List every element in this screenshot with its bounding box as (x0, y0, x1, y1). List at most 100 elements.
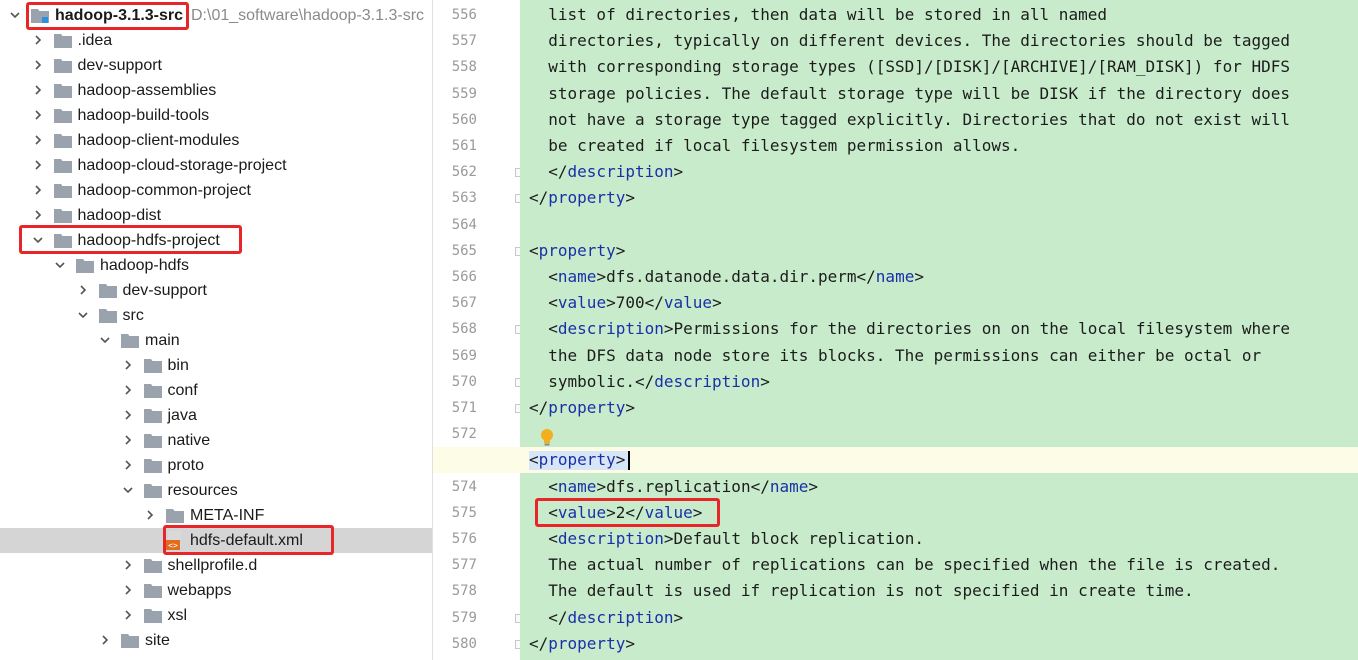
folder-icon (166, 508, 184, 523)
tree-item[interactable]: .idea (0, 28, 432, 53)
tree-item[interactable]: shellprofile.d (0, 553, 432, 578)
line-number: 564 (451, 216, 477, 233)
line-number: 562 (451, 164, 477, 181)
tree-item-label: proto (167, 457, 204, 474)
tree-item[interactable]: resources (0, 478, 432, 503)
code-line: </property> (529, 188, 635, 208)
folder-icon (143, 408, 162, 423)
line-number: 567 (451, 295, 477, 312)
code-line: The actual number of replications can be… (529, 555, 1281, 575)
code-line: <name>dfs.replication</name> (548, 476, 819, 496)
folder-icon (53, 208, 72, 223)
chevron-right-icon[interactable] (122, 609, 134, 621)
folder-icon (143, 608, 162, 623)
line-number: 560 (451, 111, 477, 128)
chevron-right-icon[interactable] (144, 509, 156, 521)
tree-item[interactable]: hadoop-build-tools (0, 103, 432, 128)
lightbulb-icon[interactable] (540, 428, 554, 446)
tree-item-label: bin (167, 357, 189, 374)
code-line: <property> (529, 450, 626, 470)
folder-icon (76, 258, 94, 273)
chevron-down-icon[interactable] (9, 9, 21, 21)
folder-icon (143, 383, 162, 398)
line-number: 577 (451, 557, 477, 574)
folder-icon (53, 158, 72, 173)
code-line: the DFS data node store its blocks. The … (529, 345, 1262, 365)
tree-item-label: hadoop-client-modules (77, 132, 240, 149)
chevron-right-icon[interactable] (32, 59, 44, 71)
folder-icon (143, 558, 162, 573)
tree-item[interactable]: dev-support (0, 278, 432, 303)
code-line: not have a storage type tagged explicitl… (529, 109, 1290, 129)
line-number: 574 (451, 478, 477, 495)
tree-item[interactable]: hadoop-client-modules (0, 128, 432, 153)
code-line: <name>dfs.datanode.data.dir.perm</name> (548, 267, 924, 286)
chevron-right-icon[interactable] (122, 459, 134, 471)
tree-item[interactable]: java (0, 403, 432, 428)
line-number-gutter: 556 557 558 559 560 561 562 563 564 565 566 567 568 5… (433, 0, 524, 660)
tree-item[interactable]: xsl (0, 603, 432, 628)
tree-item[interactable]: proto (0, 453, 432, 478)
chevron-down-icon[interactable] (99, 334, 111, 346)
folder-icon (53, 183, 72, 198)
folder-icon (53, 83, 72, 98)
chevron-right-icon[interactable] (32, 209, 44, 221)
line-number: 570 (451, 373, 477, 390)
chevron-right-icon[interactable] (32, 109, 44, 121)
chevron-right-icon[interactable] (32, 34, 44, 46)
code-line: with corresponding storage types ([SSD]/… (529, 57, 1290, 77)
text-caret (628, 451, 630, 470)
project-tree-panel[interactable]: hadoop-3.1.3-src D:\01_software\hadoop-3… (0, 0, 433, 660)
code-line: be created if local filesystem permissio… (529, 136, 1021, 155)
folder-icon (143, 433, 162, 448)
code-line: symbolic.</description> (529, 371, 770, 391)
line-number: 568 (451, 321, 477, 338)
highlight-box-hdfs-project (19, 225, 242, 254)
chevron-right-icon[interactable] (122, 559, 134, 571)
tree-item[interactable]: hadoop-cloud-storage-project (0, 153, 432, 178)
chevron-right-icon[interactable] (32, 159, 44, 171)
tree-item[interactable]: bin (0, 353, 432, 378)
chevron-right-icon[interactable] (32, 84, 44, 96)
line-number: 558 (451, 59, 477, 76)
tree-item[interactable]: src (0, 303, 432, 328)
line-number: 569 (451, 347, 477, 364)
line-number: 580 (451, 635, 477, 652)
tree-item[interactable]: hadoop-hdfs (0, 253, 432, 278)
chevron-right-icon[interactable] (122, 584, 134, 596)
chevron-right-icon[interactable] (122, 359, 134, 371)
code-line: <value>700</value> (548, 293, 722, 313)
tree-item[interactable]: conf (0, 378, 432, 403)
tree-item-label: hadoop-hdfs (100, 257, 189, 274)
tree-item[interactable]: main (0, 328, 432, 353)
tree-item-label: conf (167, 382, 198, 399)
chevron-right-icon[interactable] (99, 634, 111, 646)
tree-item-label: hadoop-assemblies (77, 82, 217, 99)
tree-item-label: src (122, 307, 144, 324)
folder-icon (143, 483, 162, 498)
tree-item-label: dev-support (77, 57, 163, 74)
code-line: storage policies. The default storage ty… (529, 83, 1290, 103)
line-number: 571 (451, 400, 477, 416)
tree-item[interactable]: native (0, 428, 432, 453)
tree-item[interactable]: hadoop-common-project (0, 178, 432, 203)
chevron-right-icon[interactable] (32, 184, 44, 196)
chevron-right-icon[interactable] (122, 434, 134, 446)
chevron-right-icon[interactable] (77, 284, 89, 296)
chevron-down-icon[interactable] (77, 309, 89, 321)
tree-item[interactable]: dev-support (0, 53, 432, 78)
tree-item-label: java (167, 407, 197, 424)
tree-item[interactable]: webapps (0, 578, 432, 603)
line-number: 557 (451, 33, 477, 50)
tree-item[interactable]: site (0, 628, 432, 653)
chevron-right-icon[interactable] (32, 134, 44, 146)
chevron-right-icon[interactable] (122, 384, 134, 396)
tree-item[interactable]: hadoop-assemblies (0, 78, 432, 103)
chevron-down-icon[interactable] (54, 259, 66, 271)
chevron-down-icon[interactable] (122, 484, 134, 496)
tree-item-label: META-INF (190, 507, 265, 524)
code-line: </property> (529, 398, 635, 417)
tree-item-label: hadoop-common-project (77, 182, 251, 199)
chevron-right-icon[interactable] (122, 409, 134, 421)
project-path: D:\01_software\hadoop-3.1.3-src (191, 7, 425, 24)
